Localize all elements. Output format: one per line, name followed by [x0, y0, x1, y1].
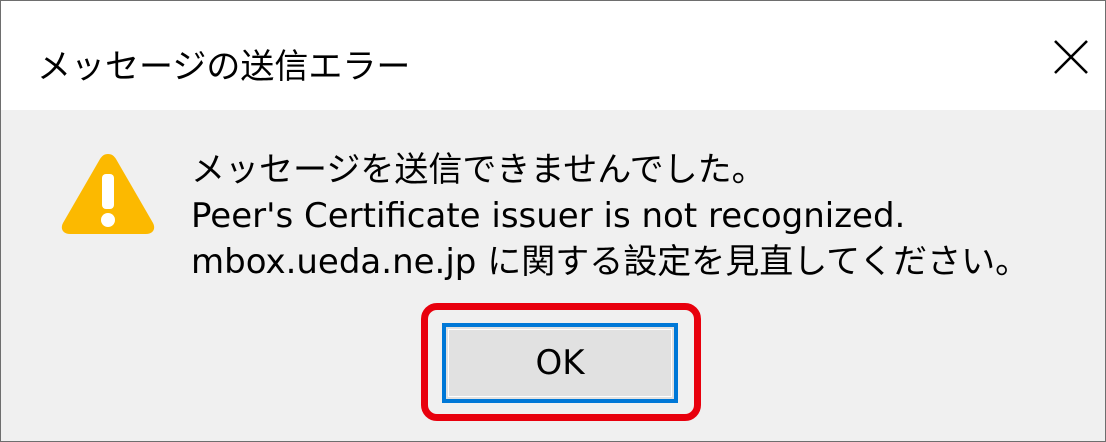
- error-dialog: メッセージの送信エラー メッセージを送信できませんでした。 Peer's Cer…: [0, 0, 1106, 442]
- dialog-title: メッセージの送信エラー: [37, 47, 411, 87]
- close-icon[interactable]: [1045, 31, 1097, 83]
- message-text: メッセージを送信できませんでした。 Peer's Certificate iss…: [191, 147, 1029, 285]
- message-line: mbox.ueda.ne.jp に関する設定を見直してください。: [191, 242, 1030, 282]
- warning-icon: [59, 150, 157, 236]
- message-line: メッセージを送信できませんでした。: [191, 150, 766, 190]
- ok-button[interactable]: OK: [442, 323, 678, 403]
- message-line: Peer's Certificate issuer is not recogni…: [191, 196, 906, 236]
- title-bar: メッセージの送信エラー: [1, 1, 1105, 110]
